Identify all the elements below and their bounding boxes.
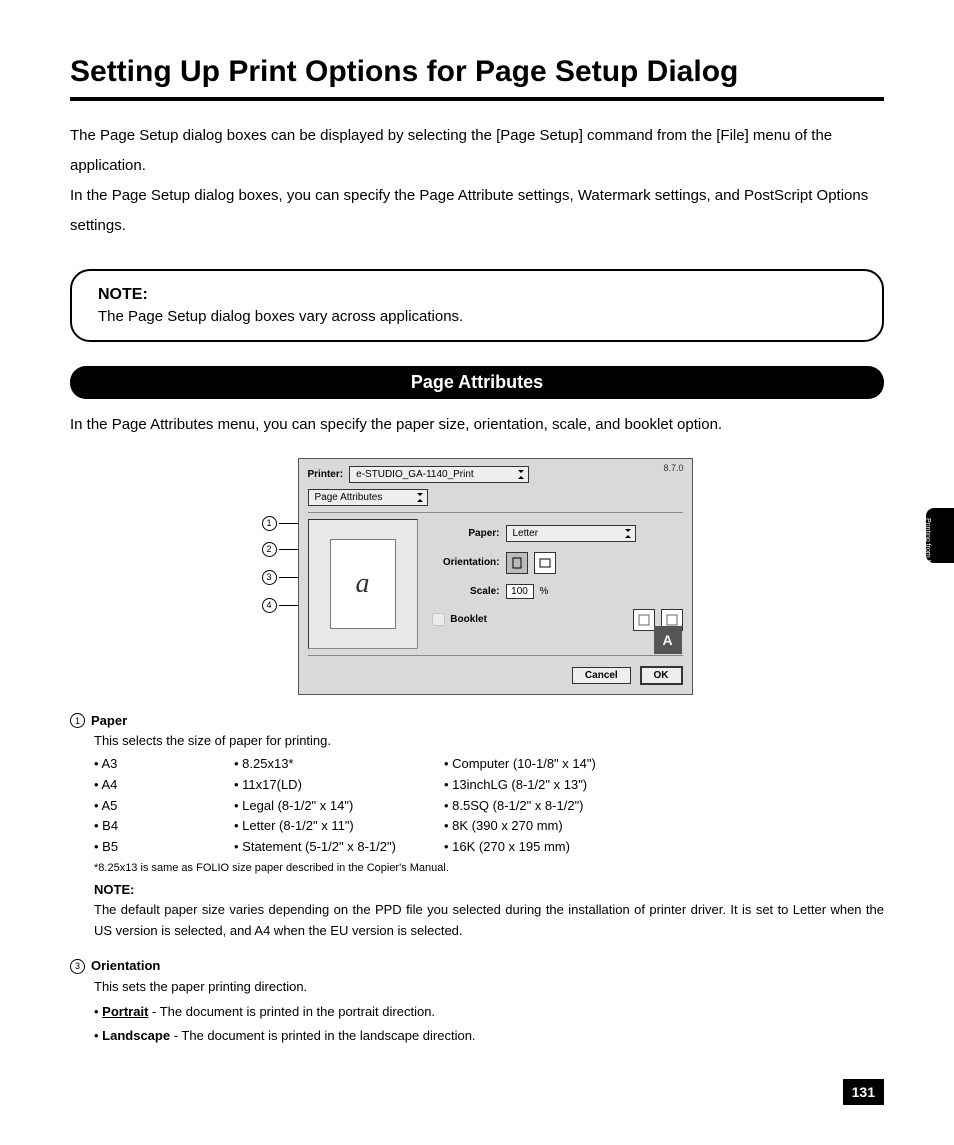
paper-size: 8K (390 x 270 mm) (444, 816, 596, 837)
dialog-version: 8.7.0 (663, 463, 683, 473)
booklet-label: Booklet (450, 614, 487, 625)
callout-4: 4 (262, 598, 277, 613)
booklet-icon-1[interactable] (633, 609, 655, 631)
paper-size: 13inchLG (8-1/2" x 13") (444, 775, 596, 796)
section-header: Page Attributes (70, 366, 884, 399)
page: Setting Up Print Options for Page Setup … (0, 0, 954, 1145)
def-title-orientation: Orientation (91, 956, 160, 977)
page-preview-glyph: a (330, 539, 396, 629)
paper-select[interactable]: Letter (506, 525, 636, 542)
def-orientation-desc: This sets the paper printing direction. (94, 977, 884, 998)
orientation-portrait-name: Portrait (102, 1004, 148, 1019)
orientation-option: Landscape - The document is printed in t… (106, 1026, 884, 1047)
def-paper: 1 Paper This selects the size of paper f… (70, 711, 884, 943)
ok-button[interactable]: OK (640, 666, 683, 685)
page-setup-dialog: 8.7.0 Printer: e-STUDIO_GA-1140_Print Pa… (298, 458, 693, 695)
dialog-figure: 1 2 3 4 8.7.0 Printe (70, 458, 884, 695)
def-orientation: 3 Orientation This sets the paper printi… (70, 956, 884, 1047)
paper-size: A3 (94, 754, 234, 775)
cancel-button[interactable]: Cancel (572, 667, 631, 684)
dialog-divider (308, 655, 683, 656)
callout-3: 3 (262, 570, 277, 585)
printer-label: Printer: (308, 469, 344, 480)
booklet-checkbox[interactable] (432, 613, 445, 626)
paper-footnote: *8.25x13 is same as FOLIO size paper des… (94, 860, 884, 878)
orientation-option: Portrait - The document is printed in th… (106, 1002, 884, 1023)
callout-1: 1 (262, 516, 277, 531)
chapter-side-tab: Printing from Mac OS Computer (926, 508, 954, 563)
paper-size: A4 (94, 775, 234, 796)
panel-select[interactable]: Page Attributes (308, 489, 428, 506)
orientation-landscape-icon[interactable] (534, 552, 556, 574)
paper-size: Computer (10-1/8" x 14") (444, 754, 596, 775)
title-rule (70, 97, 884, 101)
def-number-3: 3 (70, 959, 85, 974)
callout-column: 1 2 3 4 (262, 458, 292, 695)
note-body: The Page Setup dialog boxes vary across … (98, 308, 856, 325)
intro-text: The Page Setup dialog boxes can be displ… (70, 121, 884, 241)
page-title: Setting Up Print Options for Page Setup … (70, 40, 884, 97)
callout-2: 2 (262, 542, 277, 557)
intro-paragraph-1: The Page Setup dialog boxes can be displ… (70, 121, 884, 181)
def-paper-desc: This selects the size of paper for print… (94, 731, 884, 752)
chapter-tab-label: Printing from Mac OS Computer (926, 518, 931, 563)
paper-size: A5 (94, 796, 234, 817)
def-number-1: 1 (70, 713, 85, 728)
scale-input[interactable]: 100 (506, 584, 534, 599)
paper-size: 11x17(LD) (234, 775, 444, 796)
paper-size: 8.5SQ (8-1/2" x 8-1/2") (444, 796, 596, 817)
definitions: 1 Paper This selects the size of paper f… (70, 711, 884, 1048)
intro-paragraph-2: In the Page Setup dialog boxes, you can … (70, 181, 884, 241)
paper-size: B4 (94, 816, 234, 837)
orientation-portrait-desc: - The document is printed in the portrai… (148, 1004, 435, 1019)
note-box: NOTE: The Page Setup dialog boxes vary a… (70, 269, 884, 342)
paper-size: Legal (8-1/2" x 14") (234, 796, 444, 817)
orientation-landscape-name: Landscape (102, 1028, 170, 1043)
orientation-portrait-icon[interactable] (506, 552, 528, 574)
paper-size: Letter (8-1/2" x 11") (234, 816, 444, 837)
paper-size: 8.25x13* (234, 754, 444, 775)
printer-select[interactable]: e-STUDIO_GA-1140_Print (349, 466, 529, 483)
adobe-logo-icon: A (654, 626, 682, 654)
paper-note-head: NOTE: (94, 882, 134, 897)
paper-label: Paper: (428, 528, 500, 539)
def-title-paper: Paper (91, 711, 127, 732)
paper-size-columns: A3 A4 A5 B4 B5 8.25x13* 11x17(LD) Legal … (94, 754, 884, 858)
scale-label: Scale: (428, 586, 500, 597)
orientation-label: Orientation: (428, 557, 500, 568)
paper-size: 16K (270 x 195 mm) (444, 837, 596, 858)
paper-size: Statement (5-1/2" x 8-1/2") (234, 837, 444, 858)
paper-size: B5 (94, 837, 234, 858)
page-number: 131 (843, 1079, 884, 1105)
orientation-landscape-desc: - The document is printed in the landsca… (170, 1028, 475, 1043)
page-preview-box: a (308, 519, 418, 649)
paper-note-body: The default paper size varies depending … (94, 902, 884, 938)
note-heading: NOTE: (98, 286, 856, 304)
section-intro: In the Page Attributes menu, you can spe… (70, 411, 884, 440)
scale-percent-label: % (540, 586, 549, 597)
dialog-divider (308, 512, 683, 513)
